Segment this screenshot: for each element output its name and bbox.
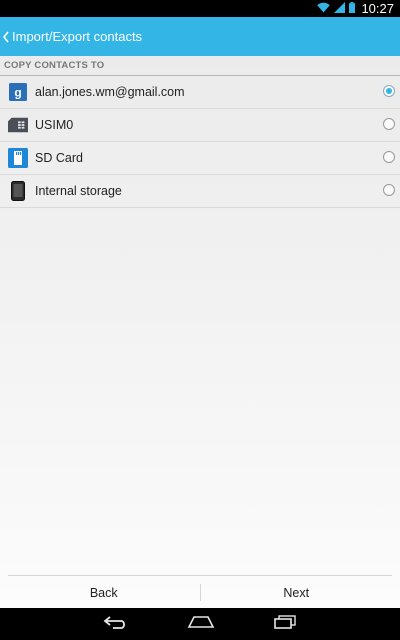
home-nav-icon[interactable] xyxy=(187,615,215,634)
destination-row-usim[interactable]: USIM0 xyxy=(0,109,400,142)
action-bar: Import/Export contacts xyxy=(0,17,400,56)
destination-label: Internal storage xyxy=(35,184,122,198)
google-account-icon: g xyxy=(8,82,28,102)
navigation-bar xyxy=(0,608,400,640)
radio-button[interactable] xyxy=(383,151,395,163)
next-button[interactable]: Next xyxy=(201,576,393,609)
section-header: COPY CONTACTS TO xyxy=(4,60,105,71)
signal-icon xyxy=(334,0,346,18)
recents-nav-icon[interactable] xyxy=(273,614,297,634)
status-bar: 10:27 xyxy=(0,0,400,17)
destination-label: alan.jones.wm@gmail.com xyxy=(35,85,185,99)
status-clock: 10:27 xyxy=(361,1,394,16)
radio-button-selected[interactable] xyxy=(383,85,395,97)
wifi-icon xyxy=(317,0,331,18)
destination-row-internal-storage[interactable]: Internal storage xyxy=(0,175,400,208)
destination-label: SD Card xyxy=(35,151,83,165)
content-area: COPY CONTACTS TO g alan.jones.wm@gmail.c… xyxy=(0,56,400,608)
status-icons: 10:27 xyxy=(317,0,394,17)
phone-storage-icon xyxy=(8,181,28,201)
destination-list: g alan.jones.wm@gmail.com USIM0 SD Card … xyxy=(0,76,400,208)
battery-icon xyxy=(349,0,356,18)
up-chevron-icon[interactable] xyxy=(2,30,10,44)
sim-card-icon xyxy=(8,115,28,135)
back-nav-icon[interactable] xyxy=(103,615,129,634)
sd-card-icon xyxy=(8,148,28,168)
radio-button[interactable] xyxy=(383,118,395,130)
back-button[interactable]: Back xyxy=(8,576,200,609)
bottom-button-bar: Back Next xyxy=(8,575,392,609)
radio-button[interactable] xyxy=(383,184,395,196)
destination-row-sd-card[interactable]: SD Card xyxy=(0,142,400,175)
svg-text:g: g xyxy=(14,86,21,100)
destination-row-google[interactable]: g alan.jones.wm@gmail.com xyxy=(0,76,400,109)
page-title[interactable]: Import/Export contacts xyxy=(12,29,142,44)
destination-label: USIM0 xyxy=(35,118,74,132)
